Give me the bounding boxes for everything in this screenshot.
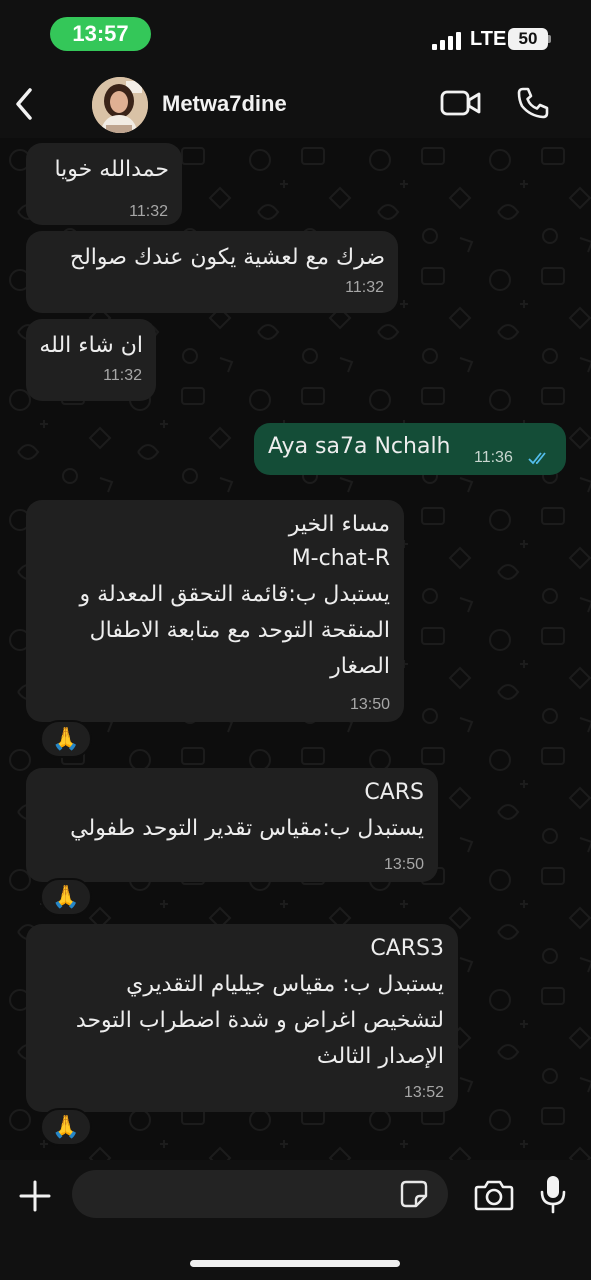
- reaction-badge[interactable]: 🙏: [40, 1108, 92, 1146]
- read-receipt-icon: [528, 452, 546, 465]
- battery-level: 50: [518, 29, 538, 48]
- message-text: ان شاء الله: [39, 333, 143, 358]
- reaction-badge[interactable]: 🙏: [40, 720, 92, 758]
- message-text: حمدالله خويا: [54, 157, 169, 182]
- message-bubble-incoming[interactable]: ضرك مع لعشية يكون عندك صوالح 11:32: [26, 231, 398, 313]
- avatar-image: [92, 77, 148, 133]
- message-text: Aya sa7a Nchalh: [268, 434, 451, 459]
- message-text-line: لتشخيص اغراض و شدة اضطراب التوحد: [75, 1008, 444, 1033]
- camera-icon[interactable]: [474, 1179, 514, 1211]
- message-time: 13:52: [403, 1084, 444, 1101]
- message-time: 11:32: [345, 279, 384, 296]
- message-text-line: M-chat-R: [291, 546, 390, 571]
- network-type: LTE: [470, 28, 507, 50]
- battery-tip: [548, 35, 551, 43]
- battery-icon: 50: [508, 28, 548, 50]
- message-bubble-incoming[interactable]: CARS3 يستبدل ب: مقياس جيليام التقديري لت…: [26, 924, 458, 1112]
- microphone-icon[interactable]: [540, 1174, 566, 1214]
- message-bubble-incoming[interactable]: مساء الخير M-chat-R يستبدل ب:قائمة التحق…: [26, 500, 404, 722]
- contact-name[interactable]: Metwa7dine: [162, 91, 287, 117]
- message-time: 11:32: [103, 367, 142, 384]
- cellular-signal-icon: [432, 30, 466, 50]
- video-camera-icon[interactable]: [440, 88, 482, 118]
- message-input[interactable]: [72, 1170, 448, 1218]
- chat-area[interactable]: حمدالله خويا 11:32 ضرك مع لعشية يكون عند…: [0, 138, 591, 1160]
- status-time: 13:57: [50, 17, 151, 51]
- sticker-icon[interactable]: [400, 1180, 428, 1208]
- message-text-line: المنقحة التوحد مع متابعة الاطفال: [89, 618, 390, 643]
- message-time: 13:50: [383, 856, 424, 873]
- chevron-left-icon[interactable]: [10, 84, 40, 124]
- message-text-line: الإصدار الثالث: [316, 1044, 444, 1069]
- message-text-line: يستبدل ب:مقياس تقدير التوحد طفولي: [70, 816, 424, 841]
- message-bubble-incoming[interactable]: CARS يستبدل ب:مقياس تقدير التوحد طفولي 1…: [26, 768, 438, 882]
- message-text: ضرك مع لعشية يكون عندك صوالح: [69, 245, 385, 270]
- message-text-line: مساء الخير: [288, 512, 390, 537]
- message-bubble-incoming[interactable]: ان شاء الله 11:32: [26, 319, 156, 401]
- plus-icon[interactable]: [17, 1178, 53, 1214]
- message-text-line: الصغار: [330, 654, 390, 679]
- message-text-line: CARS3: [370, 936, 444, 961]
- message-time: 13:50: [349, 696, 390, 713]
- message-bubble-outgoing[interactable]: Aya sa7a Nchalh 11:36: [254, 423, 566, 475]
- avatar[interactable]: [92, 77, 148, 133]
- status-bar: 13:57 LTE 50: [0, 0, 591, 72]
- message-text-line: يستبدل ب: مقياس جيليام التقديري: [126, 972, 444, 997]
- reaction-badge[interactable]: 🙏: [40, 878, 92, 916]
- phone-icon[interactable]: [516, 86, 550, 120]
- chat-header: Metwa7dine: [0, 72, 591, 138]
- composer-bar: [0, 1160, 591, 1280]
- message-bubble-incoming[interactable]: حمدالله خويا 11:32: [26, 143, 182, 225]
- home-indicator: [190, 1260, 400, 1267]
- message-time: 11:32: [129, 203, 168, 220]
- message-text-line: يستبدل ب:قائمة التحقق المعدلة و: [79, 582, 390, 607]
- message-text-line: CARS: [364, 780, 424, 805]
- message-time: 11:36: [474, 449, 513, 466]
